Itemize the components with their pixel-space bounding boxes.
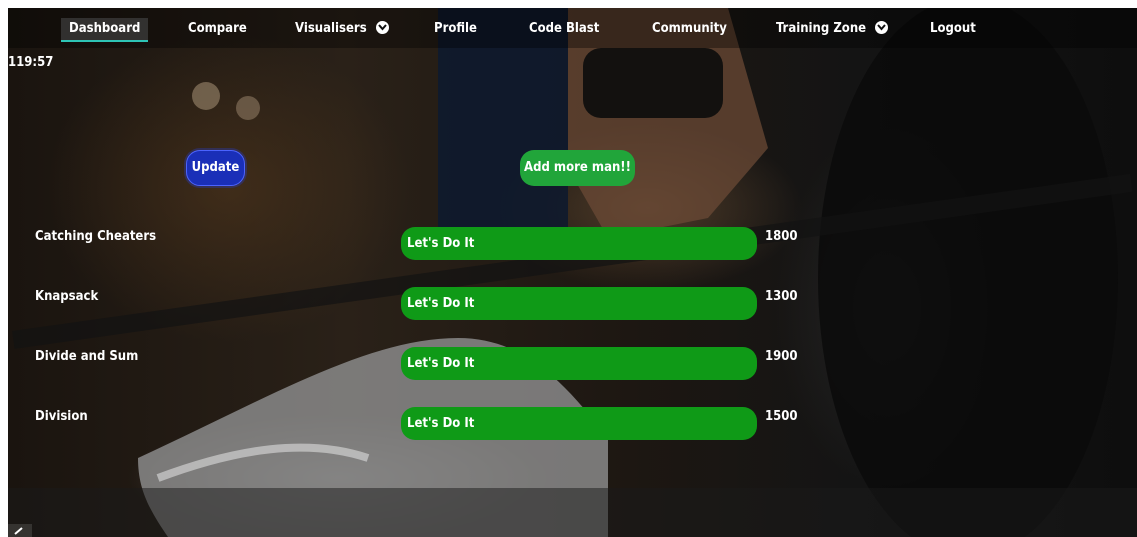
nav-profile[interactable]: Profile [434, 18, 477, 40]
nav-profile-label: Profile [434, 21, 477, 36]
background-image [8, 8, 1137, 537]
nav-community[interactable]: Community [652, 18, 727, 40]
problem-name: Knapsack [35, 289, 99, 304]
nav-visualisers-label: Visualisers [295, 21, 367, 36]
lets-do-it-button[interactable]: Let's Do It [401, 227, 757, 260]
nav-logout[interactable]: Logout [930, 18, 976, 40]
scroll-left-button[interactable] [8, 524, 32, 537]
problem-score: 1300 [765, 289, 798, 304]
lets-do-it-button[interactable]: Let's Do It [401, 287, 757, 320]
chevron-down-icon [875, 21, 889, 34]
problem-name: Division [35, 409, 88, 424]
nav-code-blast-label: Code Blast [529, 21, 600, 36]
chevron-down-icon [375, 21, 389, 34]
lets-do-it-button[interactable]: Let's Do It [401, 347, 757, 380]
problem-score: 1500 [765, 409, 798, 424]
problem-score: 1900 [765, 349, 798, 364]
lets-do-it-button[interactable]: Let's Do It [401, 407, 757, 440]
nav-training-zone[interactable]: Training Zone [776, 18, 889, 40]
nav-logout-label: Logout [930, 21, 976, 36]
nav-compare[interactable]: Compare [188, 18, 247, 40]
nav-dashboard-label: Dashboard [69, 21, 141, 36]
add-more-button[interactable]: Add more man!! [520, 150, 635, 186]
nav-visualisers[interactable]: Visualisers [295, 18, 389, 40]
nav-dashboard[interactable]: Dashboard [61, 18, 149, 42]
page: Dashboard Compare Visualisers Profile Co… [0, 0, 1137, 537]
nav-community-label: Community [652, 21, 727, 36]
nav-compare-label: Compare [188, 21, 247, 36]
nav-code-blast[interactable]: Code Blast [529, 18, 599, 40]
chevron-left-icon [14, 527, 23, 535]
countdown-timer: 119:57 [8, 55, 54, 70]
problem-name: Catching Cheaters [35, 229, 157, 244]
problem-name: Divide and Sum [35, 349, 139, 364]
problem-score: 1800 [765, 229, 798, 244]
nav-training-zone-label: Training Zone [776, 21, 867, 36]
top-navbar: Dashboard Compare Visualisers Profile Co… [8, 8, 1137, 48]
background-scene [8, 8, 1137, 537]
update-button[interactable]: Update [186, 150, 245, 186]
